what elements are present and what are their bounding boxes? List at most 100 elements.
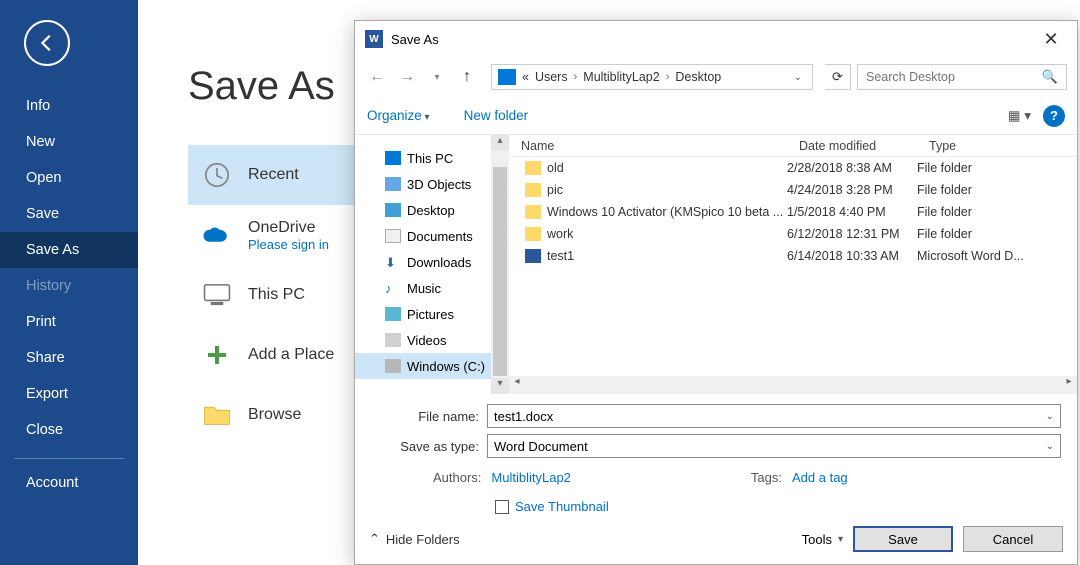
hide-folders-toggle[interactable]: ⌃Hide Folders — [369, 531, 460, 547]
sidebar-item-share[interactable]: Share — [0, 340, 138, 376]
organize-menu[interactable]: Organize — [367, 108, 430, 123]
file-type: File folder — [917, 183, 1077, 197]
refresh-button[interactable]: ⟳ — [825, 64, 851, 90]
file-type: File folder — [917, 227, 1077, 241]
file-date: 2/28/2018 8:38 AM — [787, 161, 917, 175]
view-options[interactable]: ▦ ▾ — [1008, 108, 1031, 124]
file-name: Windows 10 Activator (KMSpico 10 beta ..… — [547, 205, 783, 219]
filename-input[interactable] — [494, 409, 1046, 424]
file-type: File folder — [917, 161, 1077, 175]
chevron-up-icon: ⌃ — [369, 531, 380, 547]
scroll-left-icon[interactable]: ◂ — [509, 376, 525, 394]
savetype-select[interactable]: Word Document ⌄ — [487, 434, 1061, 458]
file-date: 6/12/2018 12:31 PM — [787, 227, 917, 241]
tree-drive-c[interactable]: Windows (C:) — [355, 353, 509, 379]
tree-scrollbar[interactable]: ▴▾ — [491, 135, 509, 394]
file-row[interactable]: pic4/24/2018 3:28 PMFile folder — [509, 179, 1077, 201]
save-button[interactable]: Save — [853, 526, 953, 552]
3d-icon — [385, 177, 401, 191]
videos-icon — [385, 333, 401, 347]
scroll-up-icon[interactable]: ▴ — [491, 135, 509, 151]
authors-value[interactable]: MultiblityLap2 — [491, 470, 571, 485]
help-icon[interactable]: ? — [1043, 105, 1065, 127]
file-type: Microsoft Word D... — [917, 249, 1077, 263]
checkbox-icon[interactable] — [495, 500, 509, 514]
filename-label: File name: — [371, 409, 487, 424]
file-date: 6/14/2018 10:33 AM — [787, 249, 917, 263]
chevron-down-icon[interactable]: ⌄ — [1046, 411, 1054, 422]
chevron-right-icon[interactable]: › — [666, 71, 670, 83]
file-type: File folder — [917, 205, 1077, 219]
sidebar-item-close[interactable]: Close — [0, 412, 138, 448]
sidebar-item-new[interactable]: New — [0, 124, 138, 160]
scroll-right-icon[interactable]: ▸ — [1061, 376, 1077, 394]
location-addplace-label: Add a Place — [248, 346, 334, 364]
sidebar-item-account[interactable]: Account — [0, 465, 138, 501]
folder-icon — [525, 205, 541, 219]
address-dropdown[interactable]: ⌄ — [790, 72, 806, 83]
pc-icon — [498, 69, 516, 85]
tags-label: Tags: — [751, 470, 782, 485]
search-box[interactable]: 🔍 — [857, 64, 1067, 90]
file-row[interactable]: old2/28/2018 8:38 AMFile folder — [509, 157, 1077, 179]
file-row[interactable]: test16/14/2018 10:33 AMMicrosoft Word D.… — [509, 245, 1077, 267]
saveas-dialog: W Save As ✕ ← → ▾ ↑ « Users › Multiblity… — [354, 20, 1078, 565]
tools-menu[interactable]: Tools▾ — [802, 532, 843, 547]
arrow-left-icon — [36, 32, 58, 54]
nav-recent-drop[interactable]: ▾ — [425, 65, 449, 89]
nav-up[interactable]: ↑ — [455, 65, 479, 89]
nav-back[interactable]: ← — [365, 65, 389, 89]
save-thumbnail-label: Save Thumbnail — [515, 499, 609, 514]
sidebar-item-export[interactable]: Export — [0, 376, 138, 412]
crumb-1[interactable]: MultiblityLap2 — [583, 70, 659, 84]
folder-icon — [525, 161, 541, 175]
scroll-down-icon[interactable]: ▾ — [491, 378, 509, 394]
savetype-label: Save as type: — [371, 439, 487, 454]
downloads-icon: ⬇ — [385, 255, 401, 269]
folder-icon — [525, 183, 541, 197]
cloud-icon — [202, 220, 232, 250]
save-thumbnail-check[interactable]: Save Thumbnail — [495, 499, 1061, 514]
crumb-0[interactable]: Users — [535, 70, 568, 84]
search-icon[interactable]: 🔍 — [1042, 69, 1058, 85]
new-folder-button[interactable]: New folder — [464, 108, 529, 123]
sidebar-item-saveas[interactable]: Save As — [0, 232, 138, 268]
nav-forward[interactable]: → — [395, 65, 419, 89]
documents-icon — [385, 229, 401, 243]
crumb-2[interactable]: Desktop — [675, 70, 721, 84]
col-name[interactable]: Name — [509, 135, 787, 156]
filename-field[interactable]: ⌄ — [487, 404, 1061, 428]
hscrollbar[interactable]: ◂▸ — [509, 376, 1077, 394]
sidebar-item-open[interactable]: Open — [0, 160, 138, 196]
location-onedrive-sub[interactable]: Please sign in — [248, 237, 329, 252]
drive-icon — [385, 359, 401, 373]
col-date[interactable]: Date modified — [787, 135, 917, 156]
clock-icon — [202, 160, 232, 190]
close-button[interactable]: ✕ — [1033, 29, 1069, 50]
cancel-button[interactable]: Cancel — [963, 526, 1063, 552]
file-row[interactable]: Windows 10 Activator (KMSpico 10 beta ..… — [509, 201, 1077, 223]
location-recent-label: Recent — [248, 166, 299, 184]
chevron-right-icon[interactable]: › — [574, 71, 578, 83]
sidebar-item-print[interactable]: Print — [0, 304, 138, 340]
sidebar-item-info[interactable]: Info — [0, 88, 138, 124]
file-list-header: Name Date modified Type — [509, 135, 1077, 157]
file-date: 4/24/2018 3:28 PM — [787, 183, 917, 197]
pc-icon — [385, 151, 401, 165]
dialog-nav-toolbar: ← → ▾ ↑ « Users › MultiblityLap2 › Deskt… — [355, 57, 1077, 97]
sidebar-item-history[interactable]: History — [0, 268, 138, 304]
savetype-value: Word Document — [494, 439, 588, 454]
sidebar-item-save[interactable]: Save — [0, 196, 138, 232]
dialog-command-bar: Organize New folder ▦ ▾ ? — [355, 97, 1077, 135]
folder-icon — [525, 227, 541, 241]
crumb-overflow[interactable]: « — [522, 70, 529, 84]
back-button[interactable] — [24, 20, 70, 66]
search-input[interactable] — [866, 70, 1026, 84]
col-type[interactable]: Type — [917, 135, 1077, 156]
address-bar[interactable]: « Users › MultiblityLap2 › Desktop ⌄ — [491, 64, 813, 90]
file-row[interactable]: work 6/12/2018 12:31 PMFile folder — [509, 223, 1077, 245]
file-name: work — [547, 227, 573, 241]
backstage-sidebar: Info New Open Save Save As History Print… — [0, 0, 138, 565]
tags-add[interactable]: Add a tag — [792, 470, 848, 485]
chevron-down-icon[interactable]: ⌄ — [1046, 441, 1054, 452]
